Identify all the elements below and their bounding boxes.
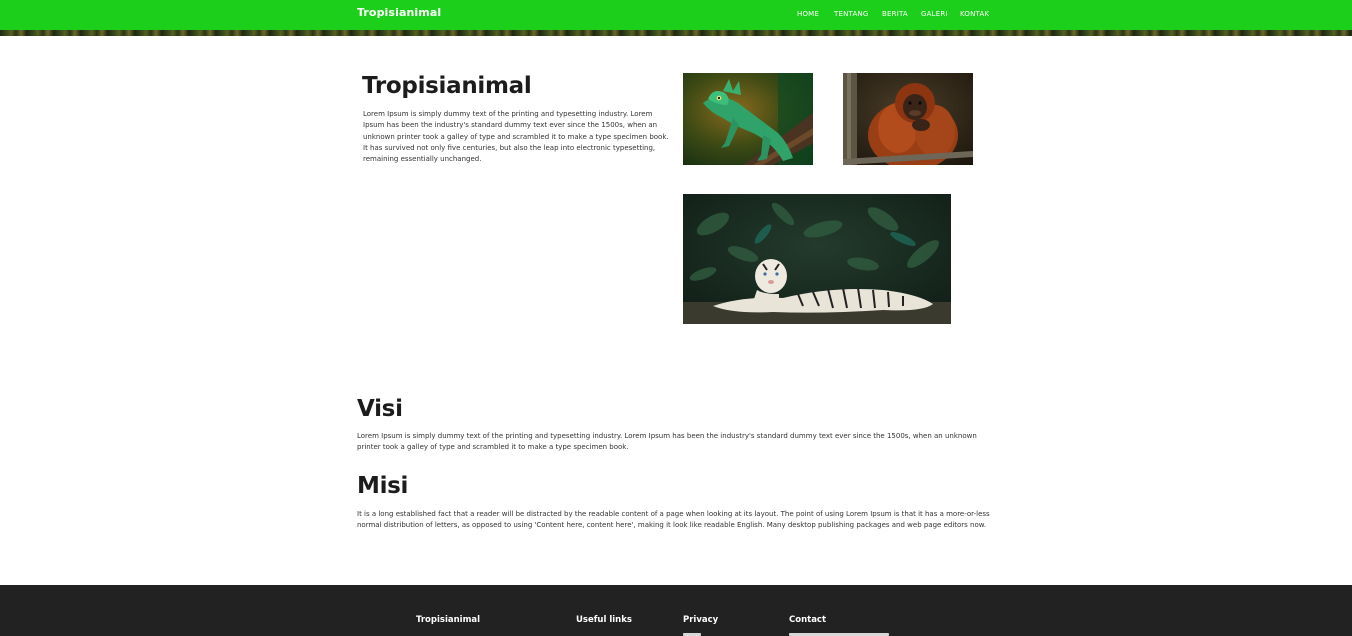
hero-description: Lorem Ipsum is simply dummy text of the …	[363, 110, 669, 164]
footer-col-brand: Tropisianimal	[416, 615, 481, 625]
footer-col-contact: Contact	[789, 615, 827, 625]
footer-col-useful-links: Useful links	[576, 615, 632, 625]
brand-logo-text[interactable]: Tropisianimal	[357, 6, 441, 19]
hero-title: Tropisianimal	[362, 73, 532, 99]
nav-galeri[interactable]: GALERI	[921, 10, 948, 18]
nav-berita[interactable]: BERITA	[882, 10, 908, 18]
nav-kontak[interactable]: KONTAK	[960, 10, 989, 18]
orangutan-photo	[843, 73, 973, 165]
lizard-photo	[683, 73, 813, 165]
misi-heading: Misi	[357, 473, 409, 499]
header-banner-strip	[0, 30, 1352, 36]
misi-description: It is a long established fact that a rea…	[357, 510, 990, 530]
navbar: Tropisianimal HOME TENTANG BERITA GALERI…	[0, 0, 1352, 30]
nav-tentang[interactable]: TENTANG	[834, 10, 869, 18]
nav-home[interactable]: HOME	[797, 10, 819, 18]
footer-col-privacy: Privacy	[683, 615, 719, 625]
visi-heading: Visi	[357, 396, 403, 422]
footer: Tropisianimal Useful links Privacy Conta…	[0, 585, 1352, 636]
visi-description: Lorem Ipsum is simply dummy text of the …	[357, 432, 977, 452]
white-tiger-photo	[683, 194, 951, 324]
